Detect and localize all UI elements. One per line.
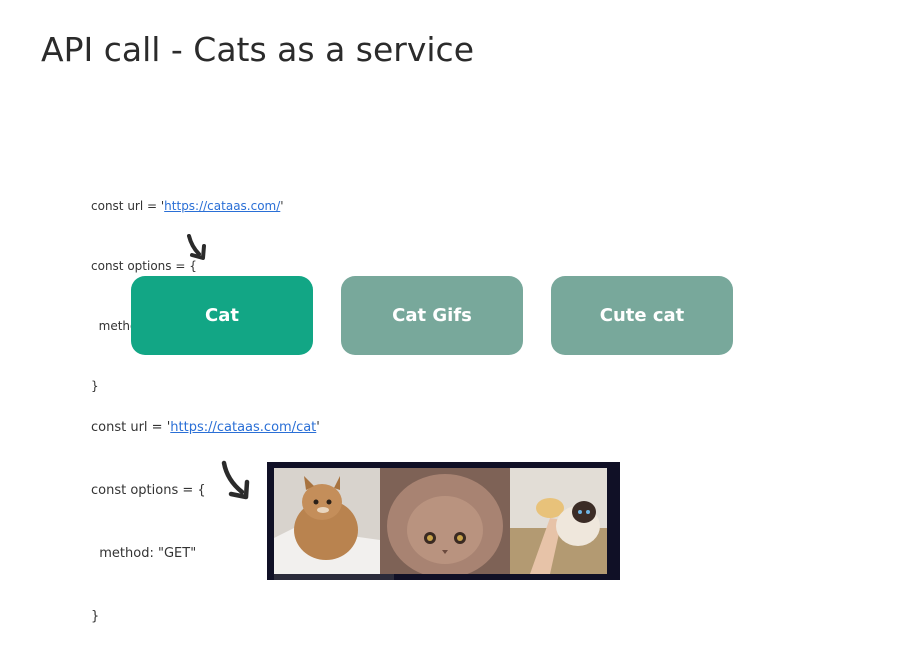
cat-with-bread-illustration [510, 468, 607, 574]
arrow-down-icon [187, 234, 206, 260]
arrow-down-icon [221, 460, 250, 500]
code-line-close: } [91, 609, 100, 624]
code-text: const url = ' [91, 199, 165, 213]
code-text: const url = ' [91, 420, 171, 435]
code-line-url: const url = 'https://cataas.com/cat' [91, 417, 320, 438]
code-line-url: const url = 'https://cataas.com/' [91, 196, 284, 216]
code-text: ' [280, 199, 284, 213]
cute-cat-button[interactable]: Cute cat [551, 276, 733, 355]
cat-url-link[interactable]: https://cataas.com/cat [170, 420, 316, 435]
cat-in-bathtub-image [274, 468, 380, 574]
page-title: API call - Cats as a service [41, 30, 474, 69]
fluffy-cat-face-illustration [380, 468, 510, 574]
code-text: ' [316, 420, 320, 435]
fluffy-cat-face-image [380, 468, 510, 574]
cat-result-image [267, 462, 620, 580]
cat-in-bathtub-illustration [274, 468, 380, 574]
cat-button[interactable]: Cat [131, 276, 313, 355]
image-caption-strip [274, 574, 394, 580]
cat-gifs-button[interactable]: Cat Gifs [341, 276, 523, 355]
base-url-link[interactable]: https://cataas.com/ [164, 199, 280, 213]
cat-with-bread-image [510, 468, 607, 574]
